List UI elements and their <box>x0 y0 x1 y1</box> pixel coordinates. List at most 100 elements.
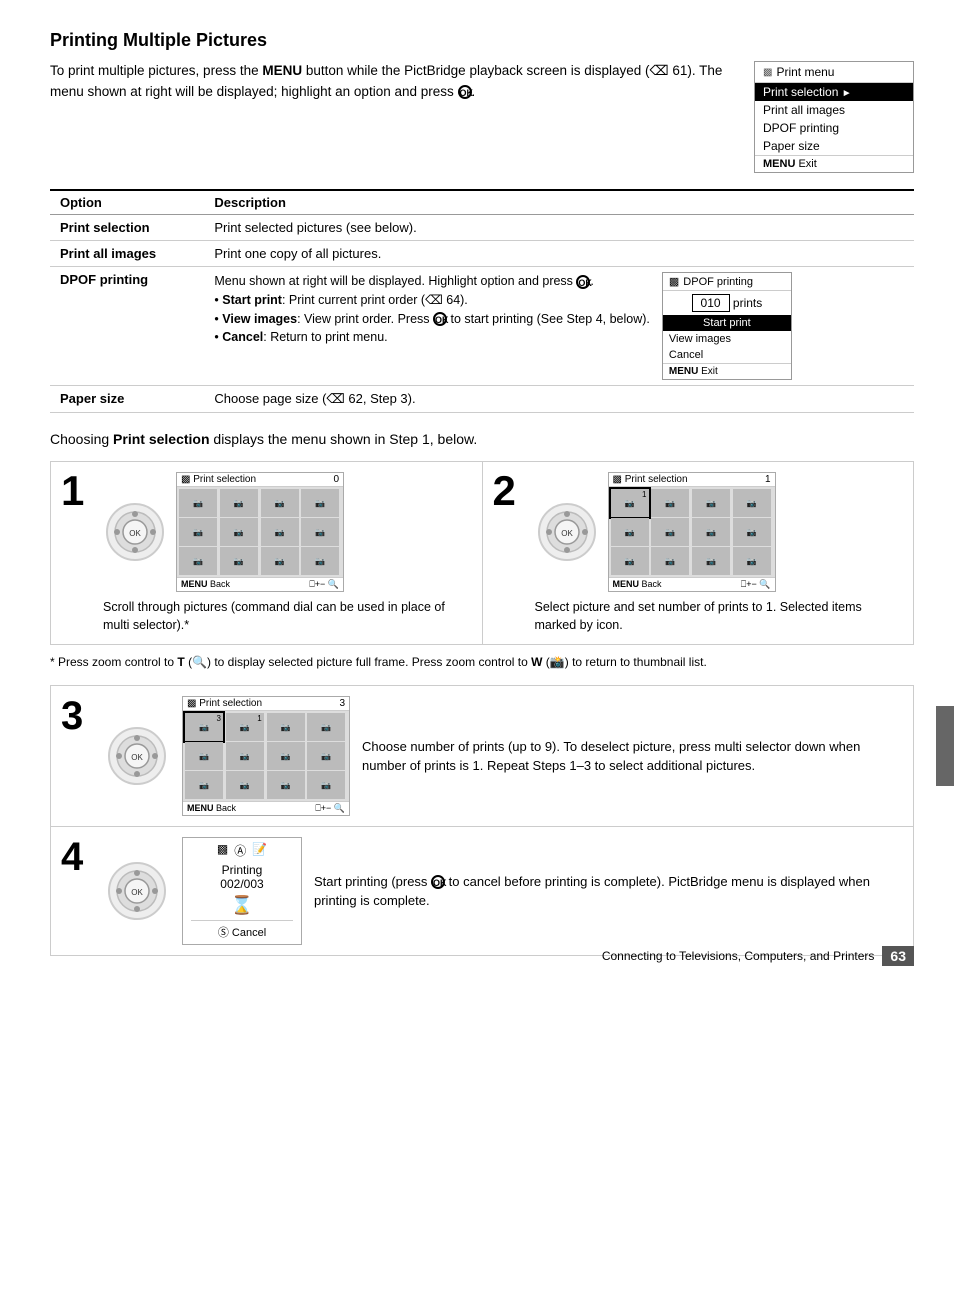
print-menu-icon: ▩ <box>763 67 772 78</box>
sm-grid-3: 📷3 📷1 📷 📷 📷 📷 📷 📷 📷 📷 📷 📷 <box>183 711 349 801</box>
sm-cell: 📷 <box>226 742 264 770</box>
desc-dpof: Menu shown at right will be displayed. H… <box>204 267 914 386</box>
opt-paper-size: Paper size <box>50 386 204 413</box>
sm-cell: 📷 <box>179 547 217 575</box>
dpof-item-start: Start print <box>663 315 791 331</box>
dpof-desc-cell: Menu shown at right will be displayed. H… <box>214 272 904 380</box>
step-3-inner: OK ▩ Print selection 3 📷3 📷1 📷 📷 📷 <box>105 696 903 816</box>
opt-dpof: DPOF printing <box>50 267 204 386</box>
sm-cell: 📷 <box>267 713 305 741</box>
sm-header-2: ▩ Print selection 1 <box>609 473 775 487</box>
opt-print-all: Print all images <box>50 241 204 267</box>
step-1-body: OK ▩ Print selection 0 📷 <box>103 472 472 634</box>
sm-cell: 📷 <box>692 547 730 575</box>
pb-icon-2: Ⓐ <box>234 842 246 859</box>
screen-mock-1: ▩ Print selection 0 📷 📷 📷 📷 📷 📷 📷 📷 <box>176 472 344 592</box>
svg-text:OK: OK <box>129 529 141 538</box>
sm-cell: 📷 <box>301 547 339 575</box>
pb-icon-1: ▩ <box>217 842 228 859</box>
sm-count-2: 1 <box>765 474 771 485</box>
sm-controls: ⎕+− 🔍 <box>309 579 339 590</box>
sm-controls-2: ⎕+− 🔍 <box>741 579 771 590</box>
svg-text:OK: OK <box>131 753 143 762</box>
page-footer: Connecting to Televisions, Computers, an… <box>602 946 914 966</box>
step-3-number: 3 <box>61 696 93 736</box>
sm-back-3: MENU Back <box>187 803 236 814</box>
sm-grid-1: 📷 📷 📷 📷 📷 📷 📷 📷 📷 📷 📷 📷 <box>177 487 343 577</box>
intro-block: To print multiple pictures, press the ME… <box>50 61 914 173</box>
page-title: Printing Multiple Pictures <box>50 30 914 51</box>
sm-cell: 📷 <box>611 518 649 546</box>
sm-cell: 📷1 <box>226 713 264 741</box>
step-2: 2 OK <box>482 462 914 644</box>
sm-cell: 📷 <box>185 742 223 770</box>
camera-dial-2: OK <box>535 500 600 565</box>
step-1-number: 1 <box>61 470 84 512</box>
menu-arrow: ► <box>842 88 852 99</box>
svg-text:OK: OK <box>131 888 143 897</box>
sm-cell: 📷 <box>651 489 689 517</box>
sm-cell: 📷 <box>220 518 258 546</box>
print-selection-intro: Choosing Print selection displays the me… <box>50 431 914 447</box>
sm-cell: 📷 <box>185 771 223 799</box>
right-tab <box>936 706 954 786</box>
camera-dial-4: OK <box>105 859 170 924</box>
dpof-count: 010 <box>692 294 730 312</box>
sm-cell: 📷 <box>267 742 305 770</box>
sm-title-1: ▩ Print selection <box>181 474 256 485</box>
footer-text: Connecting to Televisions, Computers, an… <box>602 949 875 963</box>
table-row: Print all images Print one copy of all p… <box>50 241 914 267</box>
desc-paper-size: Choose page size (⌫ 62, Step 3). <box>204 386 914 413</box>
pb-hourglass: ⌛ <box>191 895 293 916</box>
sm-count-1: 0 <box>333 474 339 485</box>
step-2-text: Select picture and set number of prints … <box>535 598 904 634</box>
sm-cell: 📷 <box>307 771 345 799</box>
step-1: 1 OK <box>51 462 482 644</box>
step-4-text: Start printing (press OK to cancel befor… <box>314 872 903 911</box>
menu-item-dpof: DPOF printing <box>755 119 913 137</box>
intro-text: To print multiple pictures, press the ME… <box>50 61 734 103</box>
sm-cell: 📷 <box>226 771 264 799</box>
dpof-text: Menu shown at right will be displayed. H… <box>214 272 650 347</box>
col-option: Option <box>50 190 204 215</box>
pb-label: Printing <box>191 863 293 877</box>
pb-ok-icon: Ⓢ <box>218 927 229 939</box>
step-4-number: 4 <box>61 837 93 877</box>
dpof-box: ▩ DPOF printing 010 prints Start print V… <box>662 272 792 380</box>
print-menu-footer: MENU Exit <box>755 155 913 172</box>
sm-grid-2: 📷1 📷 📷 📷 📷 📷 📷 📷 📷 📷 📷 <box>609 487 775 577</box>
step-3-text: Choose number of prints (up to 9). To de… <box>362 737 903 776</box>
sm-back: MENU Back <box>181 579 230 590</box>
pb-icons: ▩ Ⓐ 📝 <box>191 842 293 859</box>
dpof-title: DPOF printing <box>683 276 753 288</box>
sm-cell: 📷 <box>261 547 299 575</box>
step-2-body: OK ▩ Print selection 1 <box>535 472 904 634</box>
sm-cell: 📷 <box>733 547 771 575</box>
desc-print-all: Print one copy of all pictures. <box>204 241 914 267</box>
selection-mark: 1 <box>642 490 646 499</box>
sm-cell: 📷 <box>692 518 730 546</box>
dpof-header: ▩ DPOF printing <box>663 273 791 291</box>
sm-cell: 📷 <box>301 518 339 546</box>
sm-cell: 📷 <box>651 547 689 575</box>
pb-count: 002/003 <box>191 877 293 891</box>
sm-cell: 📷 <box>651 518 689 546</box>
sm-cell: 📷 <box>220 489 258 517</box>
table-row: Paper size Choose page size (⌫ 62, Step … <box>50 386 914 413</box>
step-2-row: OK ▩ Print selection 1 <box>535 472 904 592</box>
sm-cell: 📷 <box>692 489 730 517</box>
dpof-footer: MENU Exit <box>663 363 791 379</box>
step-1-row: OK ▩ Print selection 0 📷 <box>103 472 472 592</box>
step-4: 4 OK ▩ Ⓐ 📝 Printing 002/ <box>50 827 914 956</box>
dpof-icon: ▩ <box>669 275 679 288</box>
sm-cell: 📷 <box>179 489 217 517</box>
screen-mock-2: ▩ Print selection 1 📷1 📷 📷 📷 📷 📷 <box>608 472 776 592</box>
sm-cell-highlighted: 📷1 <box>611 489 649 517</box>
camera-dial-3: OK <box>105 724 170 789</box>
sm-cell: 📷 <box>733 489 771 517</box>
sm-cell: 📷 <box>179 518 217 546</box>
page: Printing Multiple Pictures To print mult… <box>0 0 954 986</box>
sm-footer-2: MENU Back ⎕+− 🔍 <box>609 577 775 591</box>
sm-count-3: 3 <box>339 698 345 709</box>
sm-controls-3: ⎕+− 🔍 <box>315 803 345 814</box>
